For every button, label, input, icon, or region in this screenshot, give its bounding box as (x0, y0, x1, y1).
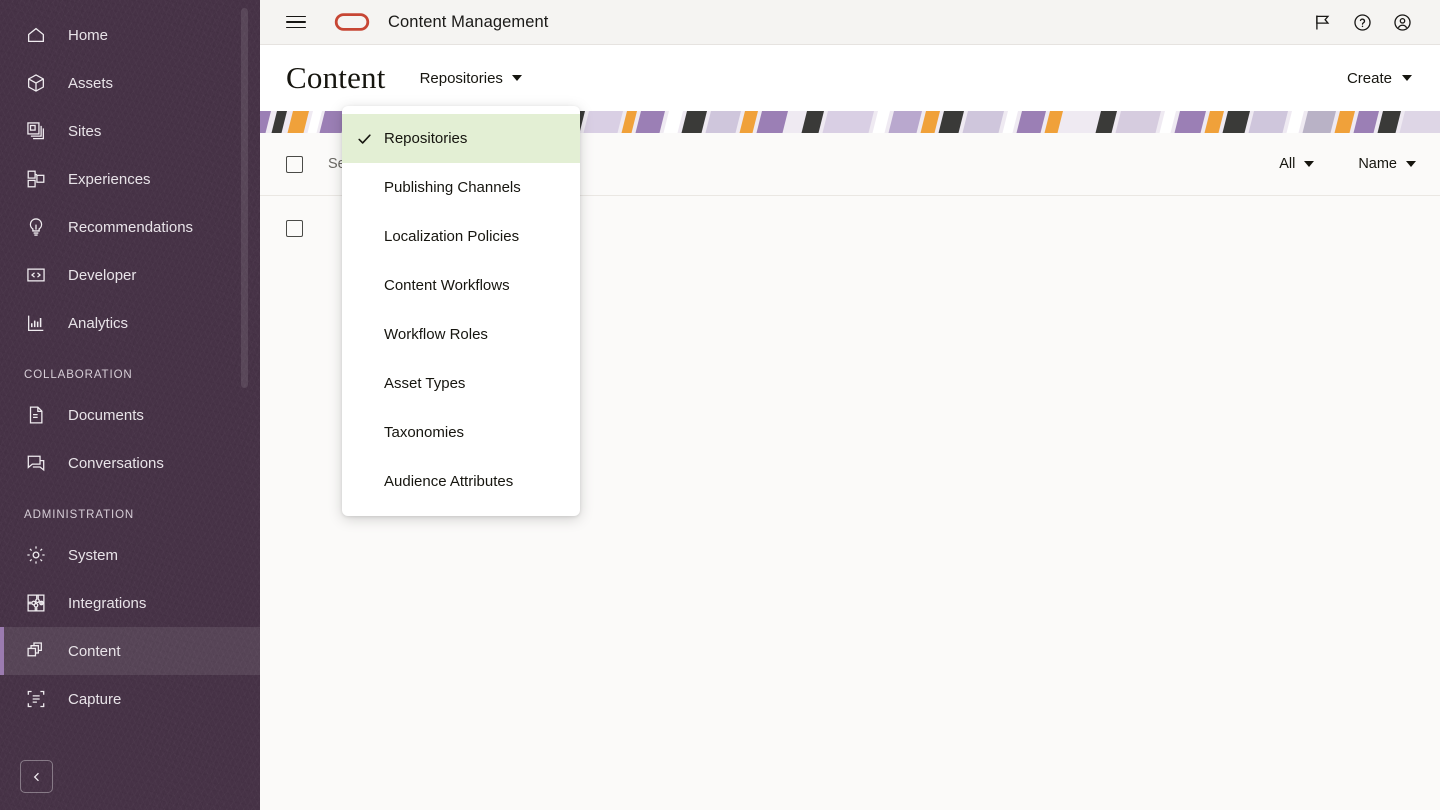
menu-item-asset-types[interactable]: Asset Types (342, 359, 580, 408)
sidebar: Home Assets Sites Experiences Recommenda… (0, 0, 260, 810)
page-title-bar: Content Repositories Create (260, 45, 1440, 111)
repository-switcher-button[interactable]: Repositories (418, 64, 524, 93)
sidebar-section-administration-title: ADMINISTRATION (24, 509, 135, 521)
app-root: Home Assets Sites Experiences Recommenda… (0, 0, 1440, 810)
sidebar-item-label: Conversations (68, 454, 164, 472)
sidebar-collapse-button[interactable] (20, 760, 53, 793)
menu-item-label: Content Workflows (384, 277, 510, 294)
sidebar-item-integrations[interactable]: Integrations (0, 579, 260, 627)
hamburger-icon[interactable] (286, 9, 312, 35)
menu-item-label: Audience Attributes (384, 473, 514, 490)
conversation-icon (24, 451, 48, 475)
lightbulb-icon (24, 215, 48, 239)
sidebar-item-label: Recommendations (68, 218, 194, 236)
create-button[interactable]: Create (1343, 64, 1416, 93)
sidebar-item-analytics[interactable]: Analytics (0, 299, 260, 347)
menu-item-repositories[interactable]: Repositories (342, 114, 580, 163)
sidebar-item-label: Capture (68, 690, 122, 708)
repository-switcher-menu: Repositories Publishing Channels Localiz… (342, 106, 580, 516)
menu-item-content-workflows[interactable]: Content Workflows (342, 261, 580, 310)
cube-icon (24, 71, 48, 95)
account-icon[interactable] (1382, 2, 1422, 42)
sidebar-item-label: Home (68, 26, 109, 44)
integrations-icon (24, 591, 48, 615)
menu-item-publishing-channels[interactable]: Publishing Channels (342, 163, 580, 212)
sidebar-item-label: Sites (68, 122, 102, 140)
sidebar-item-label: System (68, 546, 119, 564)
sidebar-item-conversations[interactable]: Conversations (0, 439, 260, 487)
menu-item-label: Asset Types (384, 375, 466, 392)
sidebar-item-experiences[interactable]: Experiences (0, 155, 260, 203)
sidebar-item-label: Content (68, 642, 121, 660)
sidebar-section-collaboration-title: COLLABORATION (24, 369, 133, 381)
sort-dropdown[interactable]: Name (1356, 150, 1418, 178)
oracle-logo-icon[interactable] (334, 10, 370, 34)
content-icon (24, 639, 48, 663)
create-button-label: Create (1346, 69, 1392, 87)
menu-item-label: Taxonomies (384, 424, 465, 441)
sidebar-item-label: Assets (68, 74, 114, 92)
flag-glyph (1315, 15, 1329, 29)
capture-icon (24, 687, 48, 711)
user-circle-glyph (1393, 13, 1411, 31)
bar-chart-icon (24, 311, 48, 335)
sidebar-scrollbar[interactable] (241, 0, 248, 810)
sidebar-item-recommendations[interactable]: Recommendations (0, 203, 260, 251)
chevron-down-icon (1406, 161, 1416, 167)
gear-icon (24, 543, 48, 567)
sidebar-nav: Home Assets Sites Experiences Recommenda… (0, 0, 260, 723)
home-icon (24, 23, 48, 47)
sidebar-item-developer[interactable]: Developer (0, 251, 260, 299)
filter-dropdown[interactable]: All (1277, 150, 1316, 178)
main-region: Content Management Content Repositories … (260, 0, 1440, 810)
filter-dropdown-label: All (1279, 156, 1296, 172)
sidebar-item-documents[interactable]: Documents (0, 391, 260, 439)
menu-item-localization-policies[interactable]: Localization Policies (342, 212, 580, 261)
sidebar-item-label: Developer (68, 266, 137, 284)
menu-item-label: Localization Policies (384, 228, 520, 245)
sidebar-item-label: Documents (68, 406, 144, 424)
sidebar-item-home[interactable]: Home (0, 11, 260, 59)
select-all-checkbox[interactable] (286, 155, 303, 173)
flag-icon[interactable] (1302, 2, 1342, 42)
oracle-logo-glyph (334, 13, 370, 31)
code-icon (24, 263, 48, 287)
page-title: Content (286, 60, 386, 95)
sidebar-item-label: Integrations (68, 594, 147, 612)
chevron-left-icon (33, 772, 39, 781)
row-checkbox[interactable] (286, 219, 303, 237)
sidebar-item-content[interactable]: Content (0, 627, 260, 675)
menu-item-label: Repositories (384, 130, 468, 147)
document-icon (24, 403, 48, 427)
sidebar-item-sites[interactable]: Sites (0, 107, 260, 155)
menu-item-taxonomies[interactable]: Taxonomies (342, 408, 580, 457)
question-circle-glyph (1353, 13, 1371, 31)
help-icon[interactable] (1342, 2, 1382, 42)
chevron-down-icon (1402, 75, 1412, 81)
chevron-down-icon (511, 75, 522, 81)
menu-item-label: Workflow Roles (384, 326, 488, 343)
app-title: Content Management (388, 12, 549, 31)
sites-icon (24, 119, 48, 143)
sidebar-item-assets[interactable]: Assets (0, 59, 260, 107)
sidebar-item-label: Experiences (68, 170, 151, 188)
sort-dropdown-label: Name (1358, 156, 1397, 172)
menu-item-label: Publishing Channels (384, 179, 521, 196)
sidebar-item-system[interactable]: System (0, 531, 260, 579)
menu-item-workflow-roles[interactable]: Workflow Roles (342, 310, 580, 359)
repository-switcher-label: Repositories (419, 69, 503, 87)
sidebar-item-label: Analytics (68, 314, 129, 332)
experiences-icon (24, 167, 48, 191)
menu-item-audience-attributes[interactable]: Audience Attributes (342, 457, 580, 506)
global-header: Content Management (260, 0, 1440, 45)
chevron-down-icon (1304, 161, 1315, 167)
sidebar-item-capture[interactable]: Capture (0, 675, 260, 723)
check-icon (358, 133, 371, 144)
